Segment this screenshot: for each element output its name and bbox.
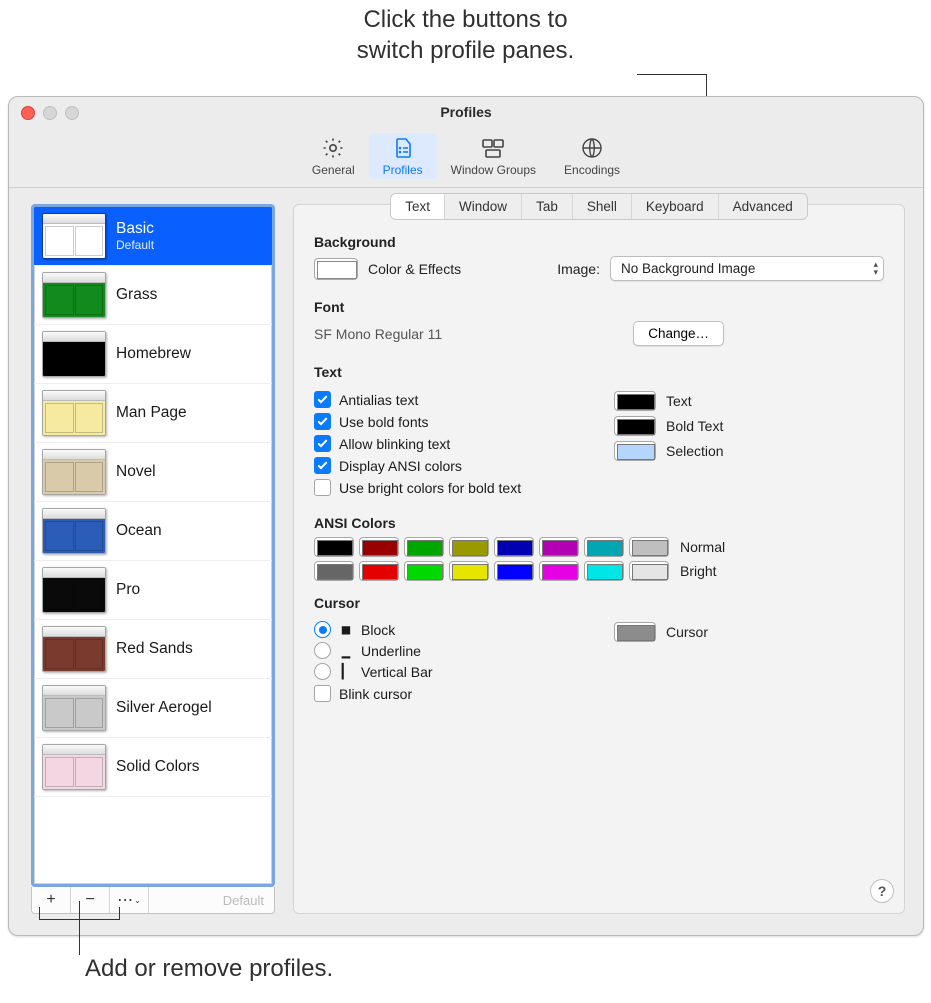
annotation-top: Click the buttons to switch profile pane…	[0, 4, 931, 66]
checkbox-display-ansi-colors[interactable]: Display ANSI colors	[314, 457, 584, 474]
profile-item-ocean[interactable]: Ocean	[34, 502, 272, 561]
background-image-label: Image:	[557, 261, 600, 277]
pane-tab-keyboard[interactable]: Keyboard	[632, 194, 719, 219]
profile-pane-tabs: TextWindowTabShellKeyboardAdvanced	[390, 193, 807, 220]
profile-thumbnail	[42, 508, 106, 554]
cursor-color-well[interactable]	[614, 622, 656, 642]
ansi-bright-4[interactable]	[494, 561, 534, 581]
profile-thumbnail	[42, 567, 106, 613]
background-heading: Background	[314, 234, 884, 250]
pane-tab-window[interactable]: Window	[445, 194, 522, 219]
profile-item-red-sands[interactable]: Red Sands	[34, 620, 272, 679]
font-value: SF Mono Regular 11	[314, 326, 442, 342]
ansi-bright-6[interactable]	[584, 561, 624, 581]
ansi-bright-row: Bright	[314, 561, 884, 581]
profiles-sidebar: BasicDefaultGrassHomebrewMan PageNovelOc…	[31, 204, 275, 914]
pane-tab-advanced[interactable]: Advanced	[719, 194, 807, 219]
windows-icon	[480, 135, 506, 161]
ansi-bright-5[interactable]	[539, 561, 579, 581]
globe-icon	[579, 135, 605, 161]
ansi-normal-5[interactable]	[539, 537, 579, 557]
gear-icon	[320, 135, 346, 161]
ansi-heading: ANSI Colors	[314, 515, 884, 531]
text-color-swatches: TextBold TextSelection	[614, 386, 884, 501]
background-image-popup[interactable]: No Background Image ▴▾	[610, 256, 884, 281]
preferences-toolbar: GeneralProfilesWindow GroupsEncodings	[9, 127, 923, 188]
help-button[interactable]: ?	[870, 879, 894, 903]
profile-item-pro[interactable]: Pro	[34, 561, 272, 620]
profile-item-homebrew[interactable]: Homebrew	[34, 325, 272, 384]
profiles-list[interactable]: BasicDefaultGrassHomebrewMan PageNovelOc…	[31, 204, 275, 887]
profile-thumbnail	[42, 685, 106, 731]
toolbar-item-encodings[interactable]: Encodings	[550, 133, 634, 179]
ansi-normal-2[interactable]	[404, 537, 444, 557]
ansi-normal-0[interactable]	[314, 537, 354, 557]
ansi-bright-7[interactable]	[629, 561, 669, 581]
ansi-bright-1[interactable]	[359, 561, 399, 581]
titlebar: Profiles	[9, 97, 923, 127]
ansi-bright-0[interactable]	[314, 561, 354, 581]
checkbox-blink-cursor[interactable]: Blink cursor	[314, 685, 584, 702]
zoom-button[interactable]	[65, 106, 79, 120]
preferences-window: Profiles GeneralProfilesWindow GroupsEnc…	[8, 96, 924, 936]
color-well-bold-text[interactable]	[614, 416, 656, 436]
cursor-shape-options: ■Block ▁Underline ▎Vertical Bar Blink curso…	[314, 617, 584, 707]
cursor-shape-block[interactable]: ■Block	[314, 621, 584, 638]
change-font-button[interactable]: Change…	[633, 321, 724, 346]
ansi-bright-2[interactable]	[404, 561, 444, 581]
toolbar-item-profiles[interactable]: Profiles	[369, 133, 437, 179]
profile-item-basic[interactable]: BasicDefault	[34, 207, 272, 266]
background-color-well[interactable]	[314, 258, 358, 280]
color-effects-label: Color & Effects	[368, 261, 461, 277]
pane-tab-text[interactable]: Text	[391, 194, 445, 219]
profile-item-solid-colors[interactable]: Solid Colors	[34, 738, 272, 797]
profile-thumbnail	[42, 626, 106, 672]
profile-item-silver-aerogel[interactable]: Silver Aerogel	[34, 679, 272, 738]
cursor-shape-vbar[interactable]: ▎Vertical Bar	[314, 663, 584, 680]
checkbox-allow-blinking-text[interactable]: Allow blinking text	[314, 435, 584, 452]
annotation-bottom: Add or remove profiles.	[85, 955, 333, 983]
profile-item-grass[interactable]: Grass	[34, 266, 272, 325]
minimize-button[interactable]	[43, 106, 57, 120]
profile-thumbnail	[42, 744, 106, 790]
text-heading: Text	[314, 364, 884, 380]
pane-tab-tab[interactable]: Tab	[522, 194, 573, 219]
checkbox-use-bright-colors-for-bold-text[interactable]: Use bright colors for bold text	[314, 479, 584, 496]
profiles-icon	[390, 135, 416, 161]
color-well-selection[interactable]	[614, 441, 656, 461]
cursor-color-label: Cursor	[666, 624, 708, 640]
pane-tab-shell[interactable]: Shell	[573, 194, 632, 219]
profile-thumbnail	[42, 213, 106, 259]
ansi-normal-3[interactable]	[449, 537, 489, 557]
toolbar-item-general[interactable]: General	[298, 133, 369, 179]
ansi-normal-1[interactable]	[359, 537, 399, 557]
close-button[interactable]	[21, 106, 35, 120]
profile-thumbnail	[42, 390, 106, 436]
color-well-text[interactable]	[614, 391, 656, 411]
set-default-button[interactable]: Default	[149, 887, 274, 913]
profile-detail-panel: TextWindowTabShellKeyboardAdvanced Backg…	[293, 204, 905, 914]
toolbar-item-window-groups[interactable]: Window Groups	[437, 133, 550, 179]
ansi-normal-7[interactable]	[629, 537, 669, 557]
cursor-heading: Cursor	[314, 595, 884, 611]
traffic-lights	[21, 106, 79, 120]
window-title: Profiles	[440, 104, 491, 120]
text-options: Antialias text Use bold fonts Allow blinki…	[314, 386, 584, 501]
ansi-normal-row: Normal	[314, 537, 884, 557]
profile-thumbnail	[42, 331, 106, 377]
ansi-normal-6[interactable]	[584, 537, 624, 557]
ansi-bright-3[interactable]	[449, 561, 489, 581]
ansi-normal-4[interactable]	[494, 537, 534, 557]
profile-item-man-page[interactable]: Man Page	[34, 384, 272, 443]
checkbox-use-bold-fonts[interactable]: Use bold fonts	[314, 413, 584, 430]
profile-thumbnail	[42, 449, 106, 495]
cursor-shape-underline[interactable]: ▁Underline	[314, 642, 584, 659]
profile-thumbnail	[42, 272, 106, 318]
font-heading: Font	[314, 299, 884, 315]
checkbox-antialias-text[interactable]: Antialias text	[314, 391, 584, 408]
profile-item-novel[interactable]: Novel	[34, 443, 272, 502]
